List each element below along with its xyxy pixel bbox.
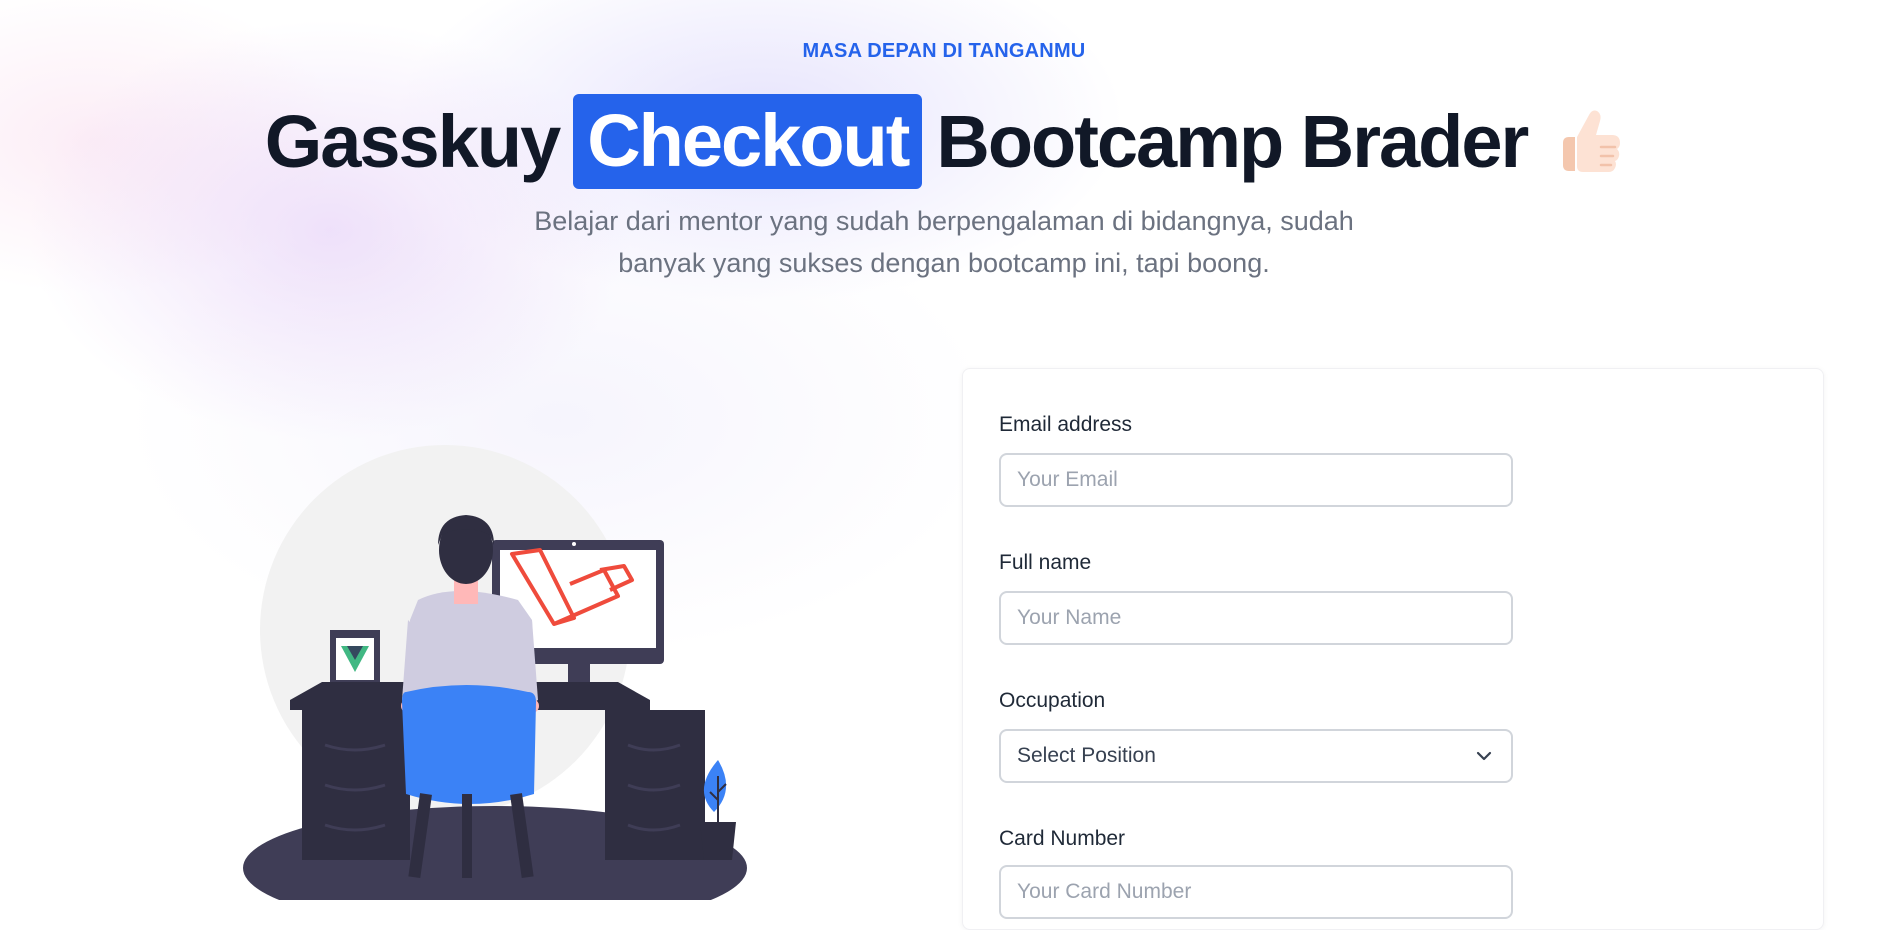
occupation-select[interactable]: Select Position: [999, 729, 1513, 783]
checkout-form: Email address Full name Occupation Selec…: [962, 368, 1824, 930]
subtitle-line-1: Belajar dari mentor yang sudah berpengal…: [534, 206, 1354, 236]
desk-drawer-left: [302, 710, 410, 860]
name-label: Full name: [999, 551, 1092, 574]
email-input[interactable]: [999, 453, 1513, 507]
card-number-input[interactable]: [999, 865, 1513, 919]
eyebrow-text: MASA DEPAN DI TANGANMU: [802, 40, 1086, 62]
title-part-1: Gasskuy: [264, 100, 562, 183]
name-input[interactable]: [999, 591, 1513, 645]
title-part-2: Bootcamp Brader: [936, 100, 1529, 183]
hero-subtitle: Belajar dari mentor yang sudah berpengal…: [494, 200, 1394, 284]
desk-drawer-right: [605, 710, 705, 860]
chevron-down-icon: [1473, 745, 1495, 767]
subtitle-line-2: banyak yang sukses dengan bootcamp ini, …: [618, 248, 1270, 278]
plant-pot: [700, 822, 736, 860]
thumbs-up-icon: [1549, 103, 1627, 181]
email-label: Email address: [999, 413, 1133, 436]
page-title: Gasskuy Checkout Bootcamp Brader: [0, 94, 1888, 189]
developer-at-desk-illustration: [230, 430, 770, 930]
occupation-selected-value: Select Position: [1017, 744, 1156, 767]
title-highlight: Checkout: [573, 94, 923, 189]
chair-back: [402, 685, 536, 804]
occupation-label: Occupation: [999, 689, 1106, 712]
card-number-label: Card Number: [999, 827, 1126, 850]
